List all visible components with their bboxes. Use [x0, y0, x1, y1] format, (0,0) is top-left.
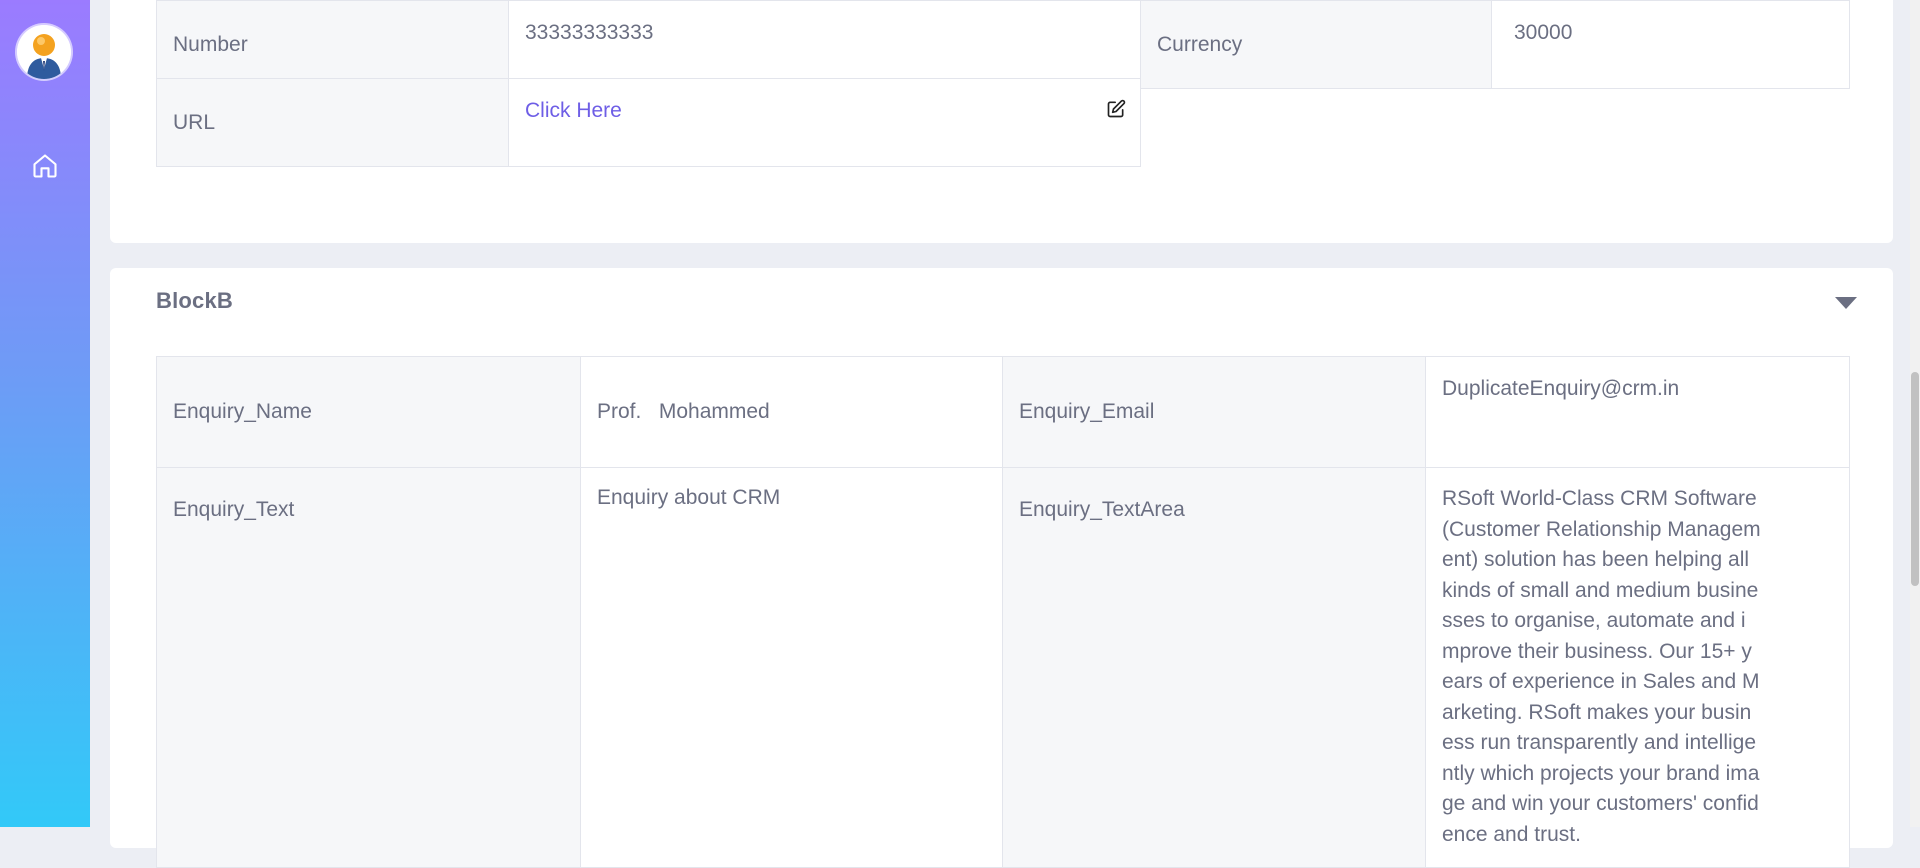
currency-value: 30000 [1514, 21, 1573, 44]
table-row: Number 33333333333 Currency 30000 [156, 0, 1850, 89]
block-a-table: Number 33333333333 Currency 30000 [156, 0, 1850, 89]
enquiry-textarea-label: Enquiry_TextArea [1019, 498, 1185, 521]
field-value-url: Click Here [508, 78, 1141, 167]
block-title: BlockB [156, 288, 233, 313]
url-link[interactable]: Click Here [525, 99, 622, 122]
edit-icon[interactable] [1106, 99, 1126, 119]
sidebar [0, 0, 90, 827]
enquiry-textarea-value: RSoft World-Class CRM Software (Customer… [1442, 487, 1761, 846]
field-value-enquiry-textarea: RSoft World-Class CRM Software (Customer… [1425, 467, 1850, 868]
main-content: Number 33333333333 Currency 30000 URL Cl… [90, 0, 1910, 868]
field-value-enquiry-name: Prof. Mohammed [580, 356, 1003, 468]
field-value-enquiry-text: Enquiry about CRM [580, 467, 1003, 868]
enquiry-text-label: Enquiry_Text [173, 498, 295, 521]
block-a-card: Number 33333333333 Currency 30000 URL Cl… [110, 0, 1893, 243]
scrollbar-thumb[interactable] [1911, 372, 1919, 586]
block-b-card: BlockB Enquiry_Name Prof. Mohammed Enqui… [110, 268, 1893, 868]
field-value-currency: 30000 [1491, 0, 1850, 89]
table-row: Enquiry_Name Prof. Mohammed Enquiry_Emai… [156, 356, 1850, 468]
number-value: 33333333333 [525, 21, 654, 44]
table-row: URL Click Here [156, 78, 1141, 167]
field-label-enquiry-name: Enquiry_Name [156, 356, 581, 468]
home-icon[interactable] [31, 152, 59, 180]
block-b-table: Enquiry_Name Prof. Mohammed Enquiry_Emai… [156, 356, 1850, 868]
field-label-number: Number [156, 0, 509, 89]
email-value: DuplicateEnquiry@crm.in [1442, 377, 1680, 400]
field-value-number: 33333333333 [508, 0, 1141, 89]
field-label-currency: Currency [1140, 0, 1492, 89]
page-scrollbar[interactable] [1910, 0, 1920, 827]
enquiry-text-value: Enquiry about CRM [597, 486, 781, 509]
field-value-enquiry-email: DuplicateEnquiry@crm.in [1425, 356, 1850, 468]
block-a-url-table: URL Click Here [156, 78, 1141, 167]
field-label-enquiry-email: Enquiry_Email [1002, 356, 1426, 468]
field-label-enquiry-text: Enquiry_Text [156, 467, 581, 868]
caret-down-icon[interactable] [1834, 296, 1858, 310]
field-label-url: URL [156, 78, 509, 167]
user-avatar-icon[interactable] [17, 25, 71, 79]
table-row: Enquiry_Text Enquiry about CRM Enquiry_T… [156, 467, 1850, 868]
field-label-enquiry-textarea: Enquiry_TextArea [1002, 467, 1426, 868]
